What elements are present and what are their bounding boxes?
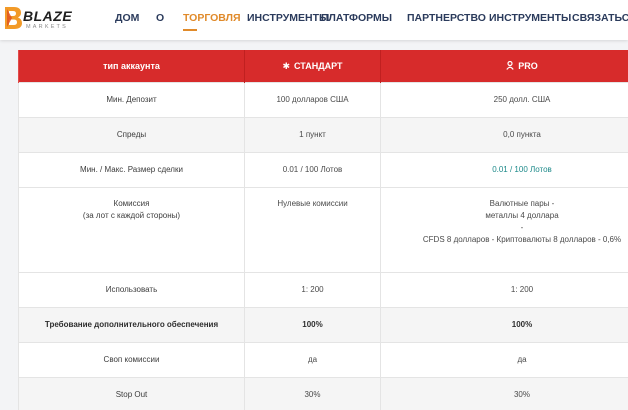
- user-icon: [506, 60, 514, 71]
- header-standard-label: СТАНДАРТ: [294, 60, 343, 71]
- table-row-swap: Своп комиссии да да: [18, 342, 628, 378]
- row-label: Использовать: [18, 272, 245, 308]
- top-navigation: BLAZE MARKETS ДОМ О ТОРГОВЛЯ ИНСТРУМЕНТЫ…: [0, 0, 628, 40]
- commission-pro-line4: CFDS 8 долларов - Криптовалюты 8 долларо…: [422, 235, 622, 244]
- nav-item-platforms[interactable]: ПЛАТФОРМЫ: [321, 12, 392, 24]
- standard-value: Нулевые комиссии: [244, 187, 381, 273]
- header-standard: ✱ СТАНДАРТ: [244, 50, 381, 83]
- header-account-type: тип аккаунта: [18, 50, 245, 83]
- standard-value: 1: 200: [244, 272, 381, 308]
- pro-value: 100%: [380, 307, 628, 343]
- table-row-commission: Комиссия (за лот с каждой стороны) Нулев…: [18, 187, 628, 273]
- pro-value: 0.01 / 100 Лотов: [380, 152, 628, 188]
- table-row-leverage: Использовать 1: 200 1: 200: [18, 272, 628, 308]
- nav-item-partnership[interactable]: ПАРТНЕРСТВО: [407, 12, 486, 24]
- nav-item-home[interactable]: ДОМ: [115, 12, 139, 24]
- pro-value: 250 долл. США: [380, 82, 628, 118]
- pro-value: 0,0 пункта: [380, 117, 628, 153]
- brand-subtitle: MARKETS: [26, 24, 68, 30]
- row-label: Комиссия (за лот с каждой стороны): [18, 187, 245, 273]
- standard-value: да: [244, 342, 381, 378]
- commission-label-line2: (за лот с каждой стороны): [82, 211, 181, 220]
- account-comparison-table: тип аккаунта ✱ СТАНДАРТ PRO Мин. Депозит…: [18, 50, 628, 410]
- pro-value: Валютные пары - металлы 4 доллара - CFDS…: [380, 187, 628, 273]
- commission-pro-line2: металлы 4 доллара: [485, 211, 559, 220]
- table-row-margin-requirement: Требование дополнительного обеспечения 1…: [18, 307, 628, 343]
- row-label: Мин. Депозит: [18, 82, 245, 118]
- commission-pro-line3: -: [520, 223, 524, 232]
- table-row-min-deposit: Мин. Депозит 100 долларов США 250 долл. …: [18, 82, 628, 118]
- table-row-spreads: Спреды 1 пункт 0,0 пункта: [18, 117, 628, 153]
- nav-item-instruments-2[interactable]: ИНСТРУМЕНТЫ: [489, 12, 571, 24]
- blaze-logo-icon: [5, 7, 22, 29]
- row-label: Stop Out: [18, 377, 245, 410]
- asterisk-icon: ✱: [282, 60, 291, 71]
- table-row-trade-size: Мин. / Макс. Размер сделки 0.01 / 100 Ло…: [18, 152, 628, 188]
- row-label: Требование дополнительного обеспечения: [18, 307, 245, 343]
- row-label: Спреды: [18, 117, 245, 153]
- brand-logo[interactable]: BLAZE MARKETS: [3, 6, 81, 32]
- standard-value: 100%: [244, 307, 381, 343]
- table-row-stop-out: Stop Out 30% 30%: [18, 377, 628, 410]
- row-label: Своп комиссии: [18, 342, 245, 378]
- standard-value: 0.01 / 100 Лотов: [244, 152, 381, 188]
- header-pro: PRO: [380, 50, 628, 83]
- nav-item-contact[interactable]: СВЯЗАТЬСЯ С: [572, 12, 628, 24]
- pro-value: 30%: [380, 377, 628, 410]
- standard-value: 100 долларов США: [244, 82, 381, 118]
- nav-item-about[interactable]: О: [156, 12, 164, 24]
- header-pro-label: PRO: [518, 61, 538, 71]
- nav-active-indicator: [183, 29, 197, 31]
- commission-pro-line1: Валютные пары -: [489, 199, 555, 208]
- brand-name: BLAZE: [23, 8, 73, 24]
- standard-value: 1 пункт: [244, 117, 381, 153]
- nav-item-instruments[interactable]: ИНСТРУМЕНТЫ: [247, 12, 329, 24]
- nav-item-trading[interactable]: ТОРГОВЛЯ: [183, 12, 241, 24]
- standard-value: 30%: [244, 377, 381, 410]
- pro-value: да: [380, 342, 628, 378]
- pro-value: 1: 200: [380, 272, 628, 308]
- header-account-type-label: тип аккаунта: [103, 61, 160, 71]
- row-label: Мин. / Макс. Размер сделки: [18, 152, 245, 188]
- commission-label-line1: Комиссия: [113, 199, 150, 208]
- table-header-row: тип аккаунта ✱ СТАНДАРТ PRO: [18, 50, 628, 83]
